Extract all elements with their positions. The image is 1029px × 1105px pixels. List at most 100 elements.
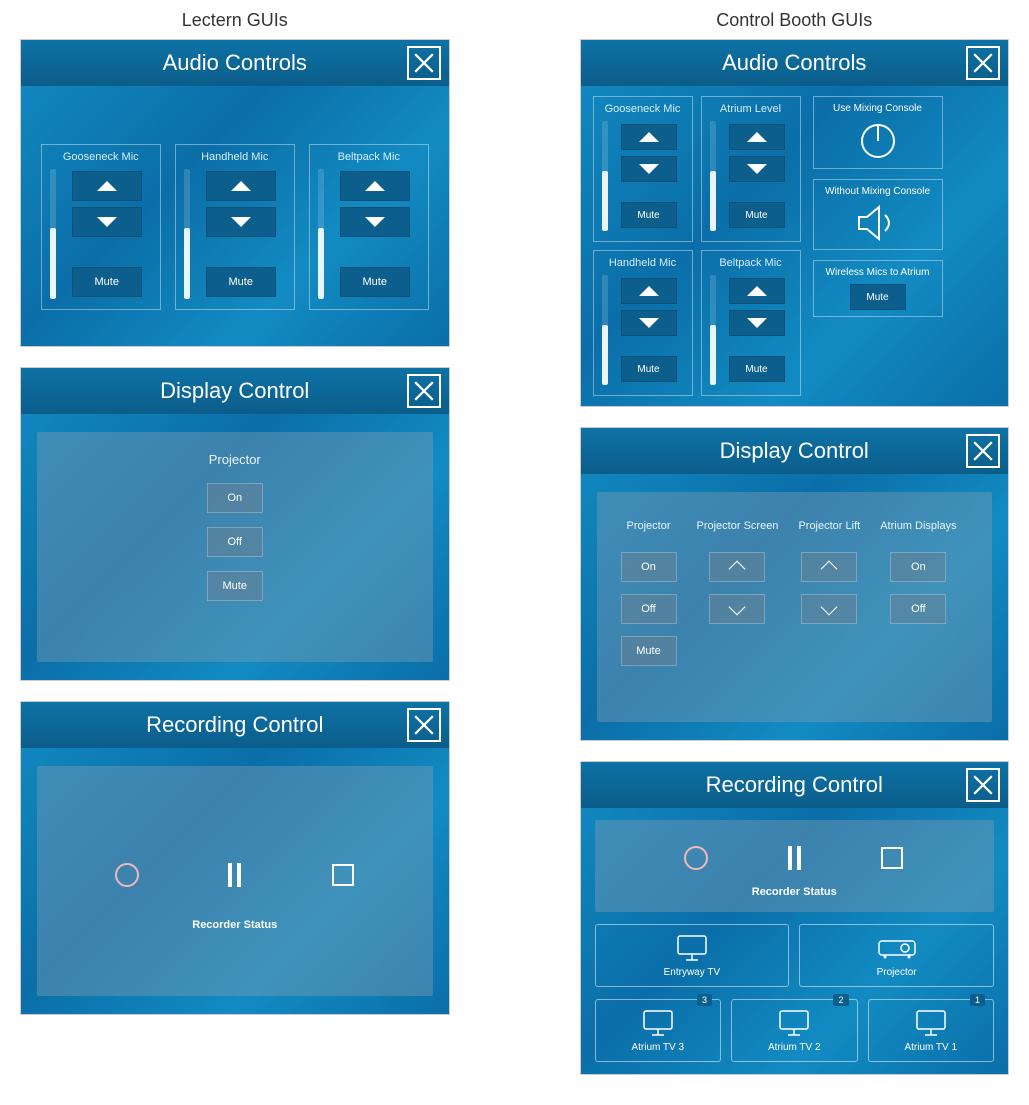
triangle-down-icon [639,164,659,174]
close-button[interactable] [407,708,441,742]
mic-atrium-level: Atrium Level Mute [701,96,801,242]
projector-icon [877,935,917,961]
volume-down-button[interactable] [206,207,276,237]
record-button[interactable] [113,861,141,889]
stop-button[interactable] [878,844,906,872]
triangle-up-icon [97,181,117,191]
mute-button[interactable]: Mute [621,202,677,228]
pause-button[interactable] [780,844,808,872]
stop-button[interactable] [329,861,357,889]
volume-down-button[interactable] [729,156,785,182]
volume-down-button[interactable] [621,310,677,336]
mic-row: Gooseneck Mic Mute [37,144,433,310]
projector-on-button[interactable]: On [207,483,263,513]
mute-button[interactable]: Mute [621,356,677,382]
projector-off-button[interactable]: Off [207,527,263,557]
recorder-status: Recorder Status [61,919,409,931]
volume-up-button[interactable] [729,124,785,150]
pause-button[interactable] [221,861,249,889]
volume-down-button[interactable] [72,207,142,237]
lift-up-button[interactable] [801,552,857,582]
triangle-down-icon [747,318,767,328]
dest-atrium-tv-3[interactable]: 3 Atrium TV 3 [595,999,722,1062]
recorder-status: Recorder Status [615,886,975,898]
volume-up-button[interactable] [72,171,142,201]
monitor-icon [674,934,710,962]
panel-title: Recording Control [706,772,883,797]
booth-column: Control Booth GUIs Audio Controls Goosen… [580,10,1010,1095]
mic-label: Gooseneck Mic [602,103,684,115]
booth-display-panel: Display Control Projector On Off Mute [580,427,1010,741]
level-meter [710,121,716,231]
projector-lift-column: Projector Lift [798,512,860,666]
mute-button[interactable]: Mute [729,202,785,228]
level-meter [50,169,56,299]
record-icon [115,863,139,887]
booth-audio-panel: Audio Controls Gooseneck Mic [580,39,1010,407]
monitor-icon [640,1009,676,1037]
volume-up-button[interactable] [621,278,677,304]
mute-button[interactable]: Mute [729,356,785,382]
destination-row-2: 3 Atrium TV 3 2 Atrium TV 2 1 Atrium TV … [595,999,995,1062]
atrium-on-button[interactable]: On [890,552,946,582]
screen-down-button[interactable] [709,594,765,624]
level-meter [602,121,608,231]
panel-header: Audio Controls [581,40,1009,86]
wireless-to-atrium: Wireless Mics to Atrium Mute [813,260,943,317]
wireless-mute-button[interactable]: Mute [850,284,906,310]
close-button[interactable] [407,46,441,80]
close-button[interactable] [966,46,1000,80]
triangle-up-icon [639,132,659,142]
stop-icon [332,864,354,886]
panel-title: Recording Control [146,712,323,737]
pause-icon [788,846,801,870]
volume-up-button[interactable] [729,278,785,304]
triangle-up-icon [747,286,767,296]
mute-button[interactable]: Mute [72,267,142,297]
triangle-up-icon [747,132,767,142]
volume-down-button[interactable] [621,156,677,182]
panel-header: Recording Control [21,702,449,748]
without-mixing-console-button[interactable]: Without Mixing Console [813,179,943,250]
close-button[interactable] [966,434,1000,468]
close-button[interactable] [407,374,441,408]
monitor-icon [776,1009,812,1037]
volume-down-button[interactable] [729,310,785,336]
screen-up-button[interactable] [709,552,765,582]
volume-down-button[interactable] [340,207,410,237]
dest-projector[interactable]: Projector [799,924,994,987]
projector-on-button[interactable]: On [621,552,677,582]
use-mixing-console-button[interactable]: Use Mixing Console [813,96,943,169]
mic-handheld: Handheld Mic Mute [175,144,295,310]
atrium-off-button[interactable]: Off [890,594,946,624]
mic-beltpack: Beltpack Mic Mute [701,250,801,396]
dest-atrium-tv-1[interactable]: 1 Atrium TV 1 [868,999,995,1062]
chevron-down-icon [821,599,838,616]
mic-label: Handheld Mic [602,257,684,269]
projector-screen-column: Projector Screen [697,512,779,666]
record-button[interactable] [682,844,710,872]
volume-up-button[interactable] [340,171,410,201]
record-icon [684,846,708,870]
close-icon [972,774,994,796]
close-button[interactable] [966,768,1000,802]
dest-atrium-tv-2[interactable]: 2 Atrium TV 2 [731,999,858,1062]
badge: 3 [697,994,712,1006]
dest-entryway-tv[interactable]: Entryway TV [595,924,790,987]
level-meter [318,169,324,299]
volume-up-button[interactable] [621,124,677,150]
mute-button[interactable]: Mute [340,267,410,297]
projector-mute-button[interactable]: Mute [621,636,677,666]
chevron-up-icon [729,561,746,578]
mute-button[interactable]: Mute [206,267,276,297]
col-header: Projector Lift [798,512,860,540]
close-icon [413,380,435,402]
lift-down-button[interactable] [801,594,857,624]
chevron-down-icon [729,599,746,616]
lectern-audio-panel: Audio Controls Gooseneck Mic [20,39,450,347]
atrium-displays-column: Atrium Displays On Off [880,512,956,666]
projector-off-button[interactable]: Off [621,594,677,624]
mic-handheld: Handheld Mic Mute [593,250,693,396]
volume-up-button[interactable] [206,171,276,201]
projector-mute-button[interactable]: Mute [207,571,263,601]
